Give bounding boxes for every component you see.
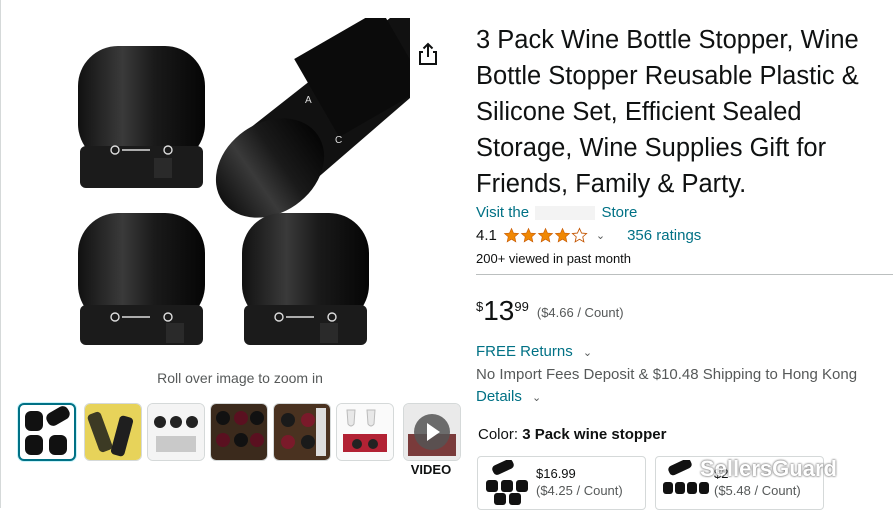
star-full-icon: [537, 227, 554, 243]
stopper-image-1: [78, 46, 205, 188]
color-label: Color:: [478, 426, 519, 443]
watermark: SellersGuard: [700, 456, 837, 481]
free-returns-label: FREE Returns: [476, 343, 573, 360]
bottle-image: A C: [215, 9, 426, 218]
ratings-count-link[interactable]: 356 ratings: [627, 227, 701, 244]
stopper-image-3: [242, 213, 369, 345]
details-link[interactable]: Details ⌄: [476, 388, 541, 405]
thumbnail-glasses-gift[interactable]: [336, 403, 394, 461]
thumbnail-video[interactable]: [403, 403, 461, 461]
details-label: Details: [476, 388, 522, 405]
star-full-icon: [520, 227, 537, 243]
variant-thumbnail: [486, 460, 528, 505]
star-full-icon: [503, 227, 520, 243]
thumbnail-instructions[interactable]: [147, 403, 205, 461]
zoom-hint: Roll over image to zoom in: [157, 370, 323, 386]
video-label: VIDEO: [410, 462, 452, 477]
product-title: 3 Pack Wine Bottle Stopper, Wine Bottle …: [476, 26, 859, 198]
viewed-count: 200+ viewed in past month: [476, 251, 632, 266]
main-product-image[interactable]: A C: [60, 9, 426, 363]
svg-text:A: A: [305, 95, 312, 106]
price-currency: $: [476, 299, 484, 314]
rating-value[interactable]: 4.1: [476, 227, 497, 244]
price-fraction: 99: [514, 299, 529, 314]
star-full-icon: [554, 227, 571, 243]
page-edge: [0, 0, 1, 508]
thumbnail-wine-rack[interactable]: [210, 403, 268, 461]
chevron-down-icon: ⌄: [582, 347, 593, 359]
stopper-image-2: [78, 213, 205, 345]
svg-text:C: C: [335, 135, 342, 146]
free-returns-link[interactable]: FREE Returns ⌄: [476, 343, 592, 360]
shipping-info: No Import Fees Deposit & $10.48 Shipping…: [476, 366, 858, 383]
share-icon[interactable]: [414, 40, 442, 68]
store-link-suffix: Store: [601, 204, 638, 221]
price-block: $ 13 99 ($4.66 / Count): [476, 295, 624, 327]
thumbnail-wine-rack-2[interactable]: [273, 403, 331, 461]
variant-option-1[interactable]: $16.99 ($4.25 / Count): [477, 456, 646, 510]
rating-row: 4.1 ⌄ 356 ratings: [476, 227, 701, 244]
price-per-unit: ($4.66 / Count): [536, 305, 624, 320]
chevron-down-icon: ⌄: [532, 392, 542, 404]
divider: [476, 274, 893, 275]
variant-unit-price: ($4.25 / Count): [536, 483, 623, 498]
chevron-down-icon[interactable]: ⌄: [596, 229, 605, 242]
thumbnail-bottles-yellow[interactable]: [84, 403, 142, 461]
color-value: 3 Pack wine stopper: [522, 426, 667, 443]
color-selection: Color: 3 Pack wine stopper: [478, 426, 666, 443]
store-link[interactable]: Visit the Store: [476, 204, 637, 221]
store-link-prefix: Visit the: [476, 204, 530, 221]
variant-unit-price: ($5.48 / Count): [714, 483, 801, 498]
store-name-redacted: [535, 206, 596, 221]
star-empty-icon: [571, 227, 588, 243]
thumbnail-stopper-set[interactable]: [18, 403, 76, 461]
star-rating[interactable]: [503, 227, 588, 244]
price-whole: 13: [483, 295, 515, 326]
variant-price: $16.99: [536, 466, 576, 481]
